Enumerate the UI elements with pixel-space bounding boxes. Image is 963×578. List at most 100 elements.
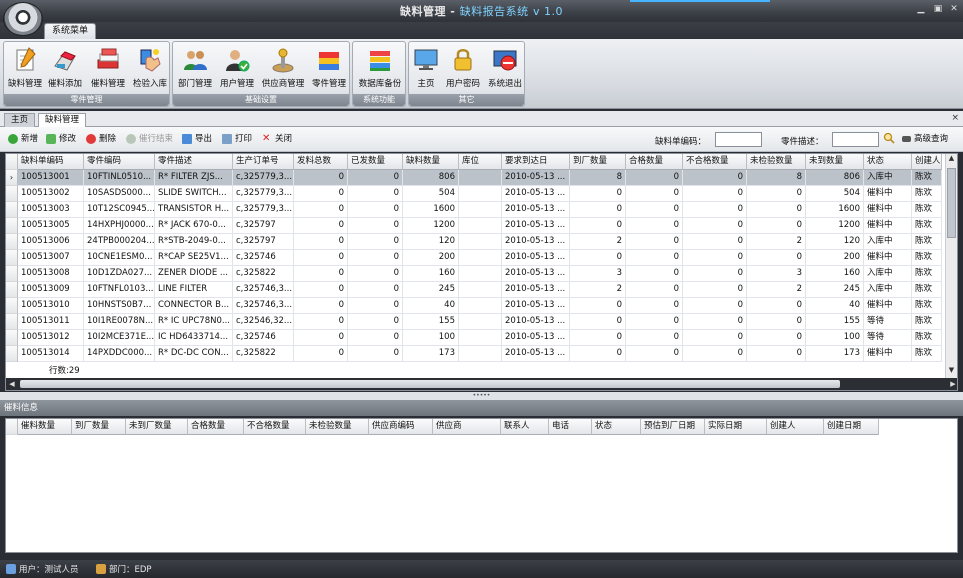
grid-cell[interactable]: R* IC UPC78N0...	[155, 314, 233, 330]
grid-cell[interactable]: 2010-05-13 ...	[502, 330, 570, 346]
grid-cell[interactable]: 10SASDS000...	[84, 186, 155, 202]
grid-cell[interactable]: 2010-05-13 ...	[502, 234, 570, 250]
user-management-button[interactable]: 用户管理	[217, 44, 257, 94]
grid-cell[interactable]: 0	[348, 298, 403, 314]
grid-cell[interactable]: 10I1RE0078N...	[84, 314, 155, 330]
grid-cell[interactable]: c,325746	[233, 250, 294, 266]
column-header[interactable]: 创建人	[912, 154, 942, 170]
grid-cell[interactable]: 0	[348, 234, 403, 250]
grid-cell[interactable]: 0	[294, 234, 348, 250]
column-header[interactable]: 已发数量	[348, 154, 403, 170]
column-header[interactable]: 合格数量	[626, 154, 683, 170]
grid-cell[interactable]	[459, 186, 502, 202]
grid-cell[interactable]: R*STB-2049-0...	[155, 234, 233, 250]
grid-cell[interactable]: 100513008	[18, 266, 84, 282]
column-header[interactable]: 电话	[549, 419, 592, 435]
current-row-indicator[interactable]: ›	[6, 170, 18, 186]
grid-cell[interactable]: 0	[570, 186, 626, 202]
grid-cell[interactable]: 3	[747, 266, 806, 282]
grid-cell[interactable]: 155	[806, 314, 864, 330]
table-row[interactable]: 100513012 10I2MCE371E... IC HD6433714... c,…	[6, 330, 946, 346]
grid-cell[interactable]: 2010-05-13 ...	[502, 314, 570, 330]
grid-cell[interactable]: 24TPB000204...	[84, 234, 155, 250]
grid-cell[interactable]: 0	[294, 202, 348, 218]
grid-cell[interactable]: 10FTNFL0103...	[84, 282, 155, 298]
grid-cell[interactable]: 0	[348, 266, 403, 282]
grid-cell[interactable]: 0	[683, 314, 747, 330]
delete-button[interactable]: 删除	[86, 133, 116, 147]
grid-cell[interactable]: 催料中	[864, 218, 912, 234]
grid-cell[interactable]: 100513001	[18, 170, 84, 186]
grid-cell[interactable]: 0	[683, 234, 747, 250]
grid-cell[interactable]	[459, 250, 502, 266]
grid-cell[interactable]: 2010-05-13 ...	[502, 266, 570, 282]
grid-cell[interactable]: 0	[683, 282, 747, 298]
table-row[interactable]: 100513003 10T12SC0945... TRANSISTOR H... c,…	[6, 202, 946, 218]
column-header[interactable]: 创建日期	[824, 419, 879, 435]
grid-cell[interactable]: 10HNSTS0B7...	[84, 298, 155, 314]
table-row[interactable]: › 100513001 10FTINL0510... R* FILTER ZJS...…	[6, 170, 946, 186]
grid-cell[interactable]: 100513009	[18, 282, 84, 298]
grid-cell[interactable]	[459, 218, 502, 234]
grid-cell[interactable]: R* DC-DC CON...	[155, 346, 233, 362]
row-selector[interactable]	[6, 314, 18, 330]
grid-cell[interactable]: 0	[348, 282, 403, 298]
tab-shortage-management[interactable]: 缺料管理	[38, 113, 87, 127]
panel-splitter[interactable]: •••••	[0, 392, 963, 400]
grid-cell[interactable]: 10I2MCE371E...	[84, 330, 155, 346]
grid-cell[interactable]: c,325746,3...	[233, 282, 294, 298]
grid-cell[interactable]: 0	[294, 330, 348, 346]
grid-cell[interactable]: 14PXDDC000...	[84, 346, 155, 362]
grid-cell[interactable]: 陈欢	[912, 234, 942, 250]
column-header[interactable]: 不合格数量	[244, 419, 306, 435]
grid-cell[interactable]: 陈欢	[912, 314, 942, 330]
grid-cell[interactable]: 1600	[806, 202, 864, 218]
grid-cell[interactable]: 100513011	[18, 314, 84, 330]
grid-cell[interactable]: 40	[806, 298, 864, 314]
grid-cell[interactable]: 0	[626, 250, 683, 266]
row-selector[interactable]	[6, 186, 18, 202]
grid-cell[interactable]: 0	[348, 330, 403, 346]
grid-cell[interactable]: 0	[683, 202, 747, 218]
table-row[interactable]: 100513002 10SASDS000... SLIDE SWITCH... c,3…	[6, 186, 946, 202]
grid-cell[interactable]: 504	[806, 186, 864, 202]
scroll-right-icon[interactable]: ▶	[947, 378, 957, 390]
grid-cell[interactable]: 等待	[864, 314, 912, 330]
column-header[interactable]: 供应商编码	[369, 419, 433, 435]
column-header[interactable]: 催料数量	[18, 419, 72, 435]
table-row[interactable]: 100513007 10CNE1ESM0... R*CAP SE25V1... c,3…	[6, 250, 946, 266]
grid-cell[interactable]: 0	[294, 282, 348, 298]
grid-cell[interactable]: 陈欢	[912, 170, 942, 186]
grid-cell[interactable]: 0	[747, 202, 806, 218]
grid-cell[interactable]: TRANSISTOR H...	[155, 202, 233, 218]
grid-cell[interactable]: 2	[747, 282, 806, 298]
finish-expedite-button[interactable]: 催行结束	[126, 133, 173, 147]
grid-cell[interactable]: 200	[403, 250, 459, 266]
scroll-down-icon[interactable]: ▼	[946, 366, 957, 378]
grid-cell[interactable]: 0	[747, 250, 806, 266]
grid-cell[interactable]: R* FILTER ZJS...	[155, 170, 233, 186]
grid-cell[interactable]: 8	[570, 170, 626, 186]
column-header[interactable]: 状态	[864, 154, 912, 170]
column-header[interactable]: 合格数量	[188, 419, 244, 435]
grid-cell[interactable]: 0	[294, 298, 348, 314]
grid-cell[interactable]: LINE FILTER	[155, 282, 233, 298]
grid-cell[interactable]: 2010-05-13 ...	[502, 218, 570, 234]
grid-cell[interactable]: 10T12SC0945...	[84, 202, 155, 218]
grid-cell[interactable]: SLIDE SWITCH...	[155, 186, 233, 202]
grid-cell[interactable]: 100513014	[18, 346, 84, 362]
user-password-button[interactable]: 用户密码	[443, 44, 483, 94]
grid-cell[interactable]: 催料中	[864, 202, 912, 218]
grid-cell[interactable]: c,325779,3...	[233, 202, 294, 218]
grid-cell[interactable]: 0	[570, 298, 626, 314]
grid-cell[interactable]: 1200	[403, 218, 459, 234]
grid-cell[interactable]: 0	[683, 330, 747, 346]
minimize-icon[interactable]: ▁	[915, 3, 927, 15]
grid-cell[interactable]: 10FTINL0510...	[84, 170, 155, 186]
print-button[interactable]: 打印	[222, 133, 252, 147]
grid-cell[interactable]: 0	[747, 346, 806, 362]
table-row[interactable]: 100513005 14HXPHJ0000... R* JACK 670-0... c…	[6, 218, 946, 234]
grid-cell[interactable]: 0	[626, 314, 683, 330]
grid-cell[interactable]: 100513007	[18, 250, 84, 266]
grid-cell[interactable]: c,325746,3...	[233, 298, 294, 314]
